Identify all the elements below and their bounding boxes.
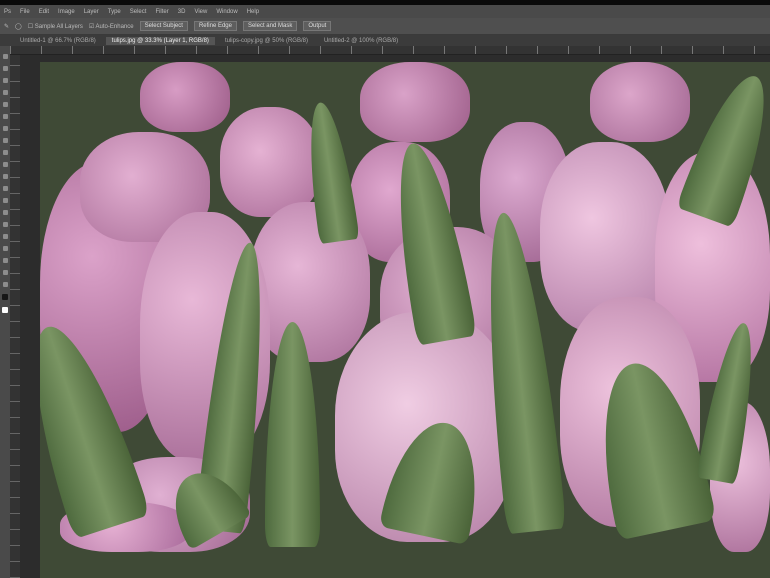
shape-tool-icon[interactable] [2, 258, 8, 263]
brush-size-icon[interactable]: ◯ [15, 23, 22, 30]
zoom-tool-icon[interactable] [2, 282, 8, 287]
pen-tool-icon[interactable] [2, 222, 8, 227]
menu-help[interactable]: Help [247, 9, 259, 15]
dodge-tool-icon[interactable] [2, 210, 8, 215]
auto-enhance-label: Auto-Enhance [95, 23, 134, 30]
healing-tool-icon[interactable] [2, 126, 8, 131]
eraser-tool-icon[interactable] [2, 174, 8, 179]
tulip-bloom [220, 107, 320, 217]
history-brush-icon[interactable] [2, 162, 8, 167]
vertical-ruler [10, 55, 20, 578]
document-tab[interactable]: tulips-copy.jpg @ 50% (RGB/8) [219, 37, 314, 45]
refine-edge-button[interactable]: Refine Edge [193, 21, 237, 31]
tulip-bloom [590, 62, 690, 142]
menu-view[interactable]: View [194, 9, 207, 15]
path-selection-icon[interactable] [2, 246, 8, 251]
menu-layer[interactable]: Layer [84, 9, 99, 15]
menu-ps-logo[interactable]: Ps [4, 9, 11, 15]
menu-bar: Ps File Edit Image Layer Type Select Fil… [0, 5, 770, 18]
blur-tool-icon[interactable] [2, 198, 8, 203]
select-subject-button[interactable]: Select Subject [139, 21, 188, 31]
background-color-swatch[interactable] [2, 307, 8, 313]
sample-all-layers-checkbox[interactable]: ☐ Sample All Layers [28, 23, 83, 30]
auto-enhance-checkbox[interactable]: ☑ Auto-Enhance [89, 23, 134, 30]
menu-window[interactable]: Window [216, 9, 237, 15]
canvas-image-tulips[interactable] [40, 62, 770, 578]
sample-all-layers-label: Sample All Layers [34, 23, 83, 30]
tulip-bloom [140, 62, 230, 132]
foreground-color-swatch[interactable] [2, 294, 8, 300]
lasso-tool-icon[interactable] [2, 78, 8, 83]
tulip-bloom [360, 62, 470, 142]
options-bar: ✎ ◯ ☐ Sample All Layers ☑ Auto-Enhance S… [0, 18, 770, 35]
horizontal-ruler [10, 46, 770, 55]
select-and-mask-button[interactable]: Select and Mask [242, 21, 298, 31]
move-tool-icon[interactable] [2, 54, 8, 59]
menu-3d[interactable]: 3D [178, 9, 186, 15]
output-button[interactable]: Output [303, 21, 332, 31]
menu-image[interactable]: Image [58, 9, 75, 15]
document-tab-active[interactable]: tulips.jpg @ 33.3% (Layer 1, RGB/8) [105, 36, 215, 45]
menu-type[interactable]: Type [108, 9, 121, 15]
menu-edit[interactable]: Edit [39, 9, 49, 15]
menu-filter[interactable]: Filter [155, 9, 168, 15]
document-tab[interactable]: Untitled-1 @ 66.7% (RGB/8) [14, 37, 102, 45]
crop-tool-icon[interactable] [2, 102, 8, 107]
quick-selection-tool-icon[interactable] [2, 90, 8, 95]
menu-select[interactable]: Select [130, 9, 147, 15]
eyedropper-tool-icon[interactable] [2, 114, 8, 119]
hand-tool-icon[interactable] [2, 270, 8, 275]
tools-panel [0, 46, 10, 578]
brush-tool-icon[interactable] [2, 138, 8, 143]
document-tab[interactable]: Untitled-2 @ 100% (RGB/8) [318, 37, 404, 45]
gradient-tool-icon[interactable] [2, 186, 8, 191]
document-tabs: Untitled-1 @ 66.7% (RGB/8) tulips.jpg @ … [0, 35, 770, 46]
stamp-tool-icon[interactable] [2, 150, 8, 155]
quick-selection-tool-icon[interactable]: ✎ [4, 23, 9, 30]
marquee-tool-icon[interactable] [2, 66, 8, 71]
menu-file[interactable]: File [20, 9, 30, 15]
type-tool-icon[interactable] [2, 234, 8, 239]
